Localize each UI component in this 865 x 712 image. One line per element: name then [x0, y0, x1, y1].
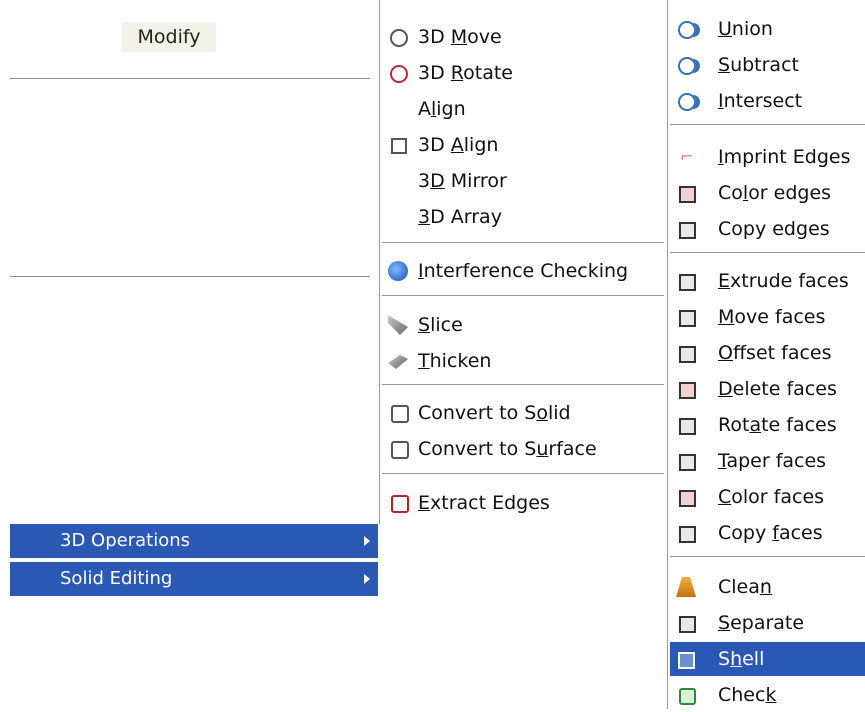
menu-item-offset-faces[interactable]: Offset faces — [676, 336, 865, 370]
menu-item-align[interactable]: Align — [388, 92, 663, 126]
slice-icon — [388, 315, 408, 335]
menu-item-convert-to-solid[interactable]: Convert to Solid — [388, 396, 663, 430]
menu-separator — [382, 473, 664, 474]
menu-item-rotate-faces[interactable]: Rotate faces — [676, 408, 865, 442]
menu-item-interference-checking[interactable]: Interference Checking — [388, 254, 663, 288]
rotate-faces-icon — [679, 418, 696, 435]
menu-item-3d-move[interactable]: 3D Move — [388, 20, 663, 54]
menu-item-subtract[interactable]: Subtract — [676, 48, 865, 82]
color-faces-icon — [679, 490, 696, 507]
menu-item-3d-operations[interactable]: 3D Operations — [10, 524, 378, 558]
menu-item-extract-edges[interactable]: Extract Edges — [388, 486, 663, 520]
menu-item-3d-array[interactable]: 3D Array — [388, 200, 663, 234]
copy-edges-icon — [679, 222, 696, 239]
clean-icon — [676, 577, 696, 597]
3d-rotate-icon — [390, 65, 408, 83]
menu-item-separate[interactable]: Separate — [676, 606, 865, 640]
shell-icon — [678, 652, 695, 669]
color-edges-icon — [679, 186, 696, 203]
menu-item-3d-align[interactable]: 3D Align — [388, 128, 663, 162]
menu-separator — [670, 252, 865, 253]
menu-item-clean[interactable]: Clean — [676, 570, 865, 604]
thicken-icon — [388, 355, 408, 369]
menu-item-copy-edges[interactable]: Copy edges — [676, 212, 865, 246]
separate-icon — [679, 616, 696, 633]
menu-item-thicken[interactable]: Thicken — [388, 344, 663, 378]
copy-faces-icon — [679, 526, 696, 543]
taper-faces-icon — [679, 454, 696, 471]
menu-item-color-faces[interactable]: Color faces — [676, 480, 865, 514]
intersect-icon — [678, 93, 696, 111]
menu-separator — [382, 242, 664, 243]
menu-item-copy-faces[interactable]: Copy faces — [676, 516, 865, 550]
move-faces-icon — [679, 310, 696, 327]
menu-item-3d-mirror[interactable]: 3D Mirror — [388, 164, 663, 198]
menu-item-move-faces[interactable]: Move faces — [676, 300, 865, 334]
modify-menu-header[interactable]: Modify — [122, 22, 216, 52]
menu-border — [667, 0, 668, 709]
imprint-edges-icon: ⌐ — [680, 147, 694, 166]
submenu-arrow-icon — [364, 574, 370, 584]
menu-item-color-edges[interactable]: Color edges — [676, 176, 865, 210]
extrude-faces-icon — [679, 274, 696, 291]
menu-item-label: Solid Editing — [60, 568, 173, 589]
menu-separator — [670, 124, 865, 125]
divider — [10, 78, 370, 79]
interference-icon — [388, 261, 408, 281]
menu-item-3d-rotate[interactable]: 3D Rotate — [388, 56, 663, 90]
menu-item-extrude-faces[interactable]: Extrude faces — [676, 264, 865, 298]
delete-faces-icon — [679, 382, 696, 399]
menu-separator — [382, 295, 664, 296]
menu-separator — [670, 556, 865, 557]
menu-item-solid-editing[interactable]: Solid Editing — [10, 562, 378, 596]
subtract-icon — [678, 57, 696, 75]
check-icon — [679, 688, 696, 705]
menu-item-shell[interactable]: Shell — [670, 642, 865, 676]
menu-item-intersect[interactable]: Intersect — [676, 84, 865, 118]
menu-item-taper-faces[interactable]: Taper faces — [676, 444, 865, 478]
menu-item-imprint-edges[interactable]: ⌐ Imprint Edges — [676, 140, 865, 174]
menu-item-delete-faces[interactable]: Delete faces — [676, 372, 865, 406]
menu-item-union[interactable]: Union — [676, 12, 865, 46]
3d-align-icon — [391, 138, 407, 154]
menu-border — [379, 0, 380, 524]
offset-faces-icon — [679, 346, 696, 363]
3d-move-icon — [390, 29, 408, 47]
menu-item-convert-to-surface[interactable]: Convert to Surface — [388, 432, 663, 466]
divider — [10, 276, 370, 277]
menu-item-slice[interactable]: Slice — [388, 308, 663, 342]
convert-surface-icon — [391, 441, 409, 459]
menu-item-label: 3D Operations — [60, 530, 190, 551]
convert-solid-icon — [391, 405, 409, 423]
menu-item-check[interactable]: Check — [676, 678, 865, 712]
extract-edges-icon — [391, 495, 409, 513]
menu-separator — [382, 384, 664, 385]
submenu-arrow-icon — [364, 536, 370, 546]
union-icon — [678, 21, 696, 39]
